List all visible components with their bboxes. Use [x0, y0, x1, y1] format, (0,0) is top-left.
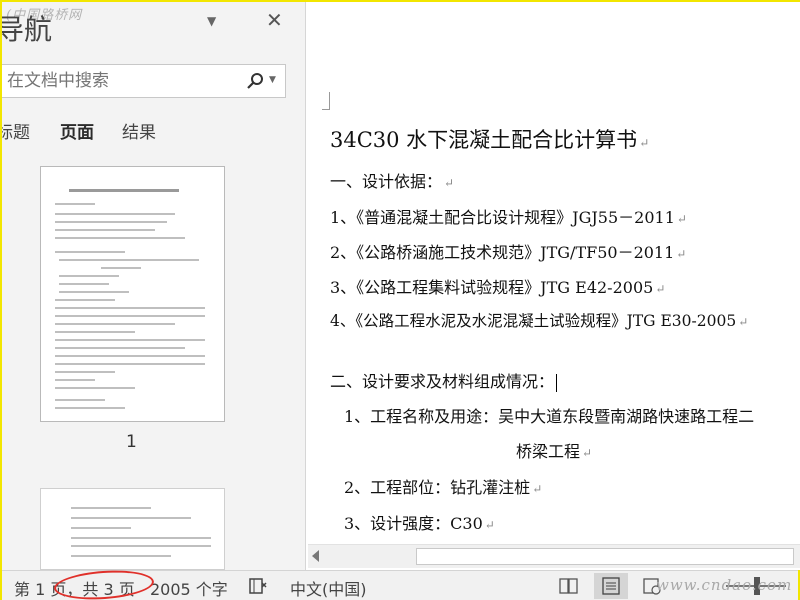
- thumbnail-page-number: 1: [126, 432, 137, 452]
- thumbnail-text-line: [71, 527, 131, 529]
- navigation-title: 导航: [2, 13, 53, 46]
- doc-paragraph[interactable]: 2、《公路桥涵施工技术规范》JTG/TF50－2011 ↵: [330, 239, 686, 263]
- thumbnail-text-line: [55, 221, 167, 223]
- search-box[interactable]: ▼: [2, 64, 286, 98]
- thumbnail-text-line: [55, 339, 205, 341]
- doc-paragraph[interactable]: 1、《普通混凝土配合比设计规程》JGJ55－2011 ↵: [330, 204, 687, 228]
- thumbnail-text-line: [55, 407, 125, 409]
- thumbnail-text-line: [55, 213, 175, 215]
- doc-paragraph[interactable]: 1、工程名称及用途：吴中大道东段暨南湖路快速路工程二: [344, 403, 754, 427]
- proofing-book-icon[interactable]: [248, 577, 268, 595]
- pane-options-dropdown-icon[interactable]: ▼: [207, 14, 216, 28]
- page-thumbnail-1[interactable]: [40, 166, 225, 422]
- thumbnail-text-line: [55, 307, 205, 309]
- thumbnail-text-line: [55, 237, 185, 239]
- page-thumbnail-2[interactable]: [40, 488, 225, 570]
- thumbnail-text-line: [55, 323, 175, 325]
- navigation-pane: (中国路桥网 导航 ▼ ✕ ▼ 标题 页面 结果: [2, 2, 306, 570]
- tab-results[interactable]: 结果: [122, 118, 156, 143]
- search-options-chevron-icon[interactable]: ▼: [269, 75, 276, 85]
- thumbnail-text-line: [101, 267, 141, 269]
- horizontal-scrollbar[interactable]: [308, 544, 800, 568]
- doc-paragraph[interactable]: 二、设计要求及材料组成情况：: [330, 368, 558, 392]
- thumbnail-text-line: [71, 517, 191, 519]
- close-icon[interactable]: ✕: [266, 8, 283, 32]
- doc-paragraph[interactable]: 2、工程部位：钻孔灌注桩 ↵: [344, 474, 542, 498]
- thumbnail-text-line: [55, 203, 95, 205]
- doc-paragraph[interactable]: 3、设计强度：C30 ↵: [344, 510, 495, 534]
- thumbnail-text-line: [59, 283, 109, 285]
- page-corner-mark: [322, 92, 330, 110]
- print-layout-icon[interactable]: [594, 573, 628, 599]
- thumbnail-text-line: [55, 379, 95, 381]
- doc-paragraph[interactable]: 4、《公路工程水泥及水泥混凝土试验规程》JTG E30-2005 ↵: [330, 309, 748, 331]
- doc-paragraph[interactable]: 桥梁工程 ↵: [516, 438, 592, 462]
- thumbnail-text-line: [55, 355, 205, 357]
- word-count-status[interactable]: 2005 个字: [150, 576, 228, 600]
- thumbnail-text-line: [71, 507, 151, 509]
- thumbnail-text-line: [55, 363, 205, 365]
- thumbnail-text-line: [55, 347, 185, 349]
- thumbnail-text-line: [59, 275, 119, 277]
- thumbnail-text-line: [55, 315, 205, 317]
- language-status[interactable]: 中文(中国): [290, 576, 367, 600]
- search-icon[interactable]: [245, 71, 265, 91]
- doc-paragraph[interactable]: 3、《公路工程集料试验规程》JTG E42-2005 ↵: [330, 274, 665, 298]
- thumbnail-text-line: [71, 537, 211, 539]
- thumbnail-text-line: [59, 259, 199, 261]
- thumbnail-text-line: [55, 387, 135, 389]
- thumbnail-text-line: [55, 299, 115, 301]
- thumbnail-text-line: [55, 371, 115, 373]
- tab-pages[interactable]: 页面: [60, 118, 94, 143]
- text-cursor: [556, 373, 558, 392]
- thumbnail-text-line: [55, 399, 105, 401]
- watermark-url: www.cndao.com: [656, 576, 793, 594]
- search-input[interactable]: [7, 69, 237, 93]
- scroll-left-arrow-icon[interactable]: [312, 550, 319, 562]
- thumbnail-title-line: [69, 189, 179, 192]
- read-mode-icon[interactable]: [552, 573, 586, 599]
- tab-headings[interactable]: 标题: [2, 118, 30, 143]
- document-title[interactable]: 34C30 水下混凝土配合比计算书 ↵: [330, 124, 649, 154]
- thumbnail-text-line: [59, 291, 129, 293]
- doc-paragraph[interactable]: 一、设计依据： ↵: [330, 168, 454, 192]
- thumbnail-text-line: [71, 555, 171, 557]
- thumbnail-text-line: [71, 545, 211, 547]
- scrollbar-thumb[interactable]: [416, 548, 794, 565]
- thumbnail-text-line: [55, 251, 125, 253]
- thumbnail-text-line: [55, 331, 135, 333]
- thumbnail-text-line: [55, 229, 155, 231]
